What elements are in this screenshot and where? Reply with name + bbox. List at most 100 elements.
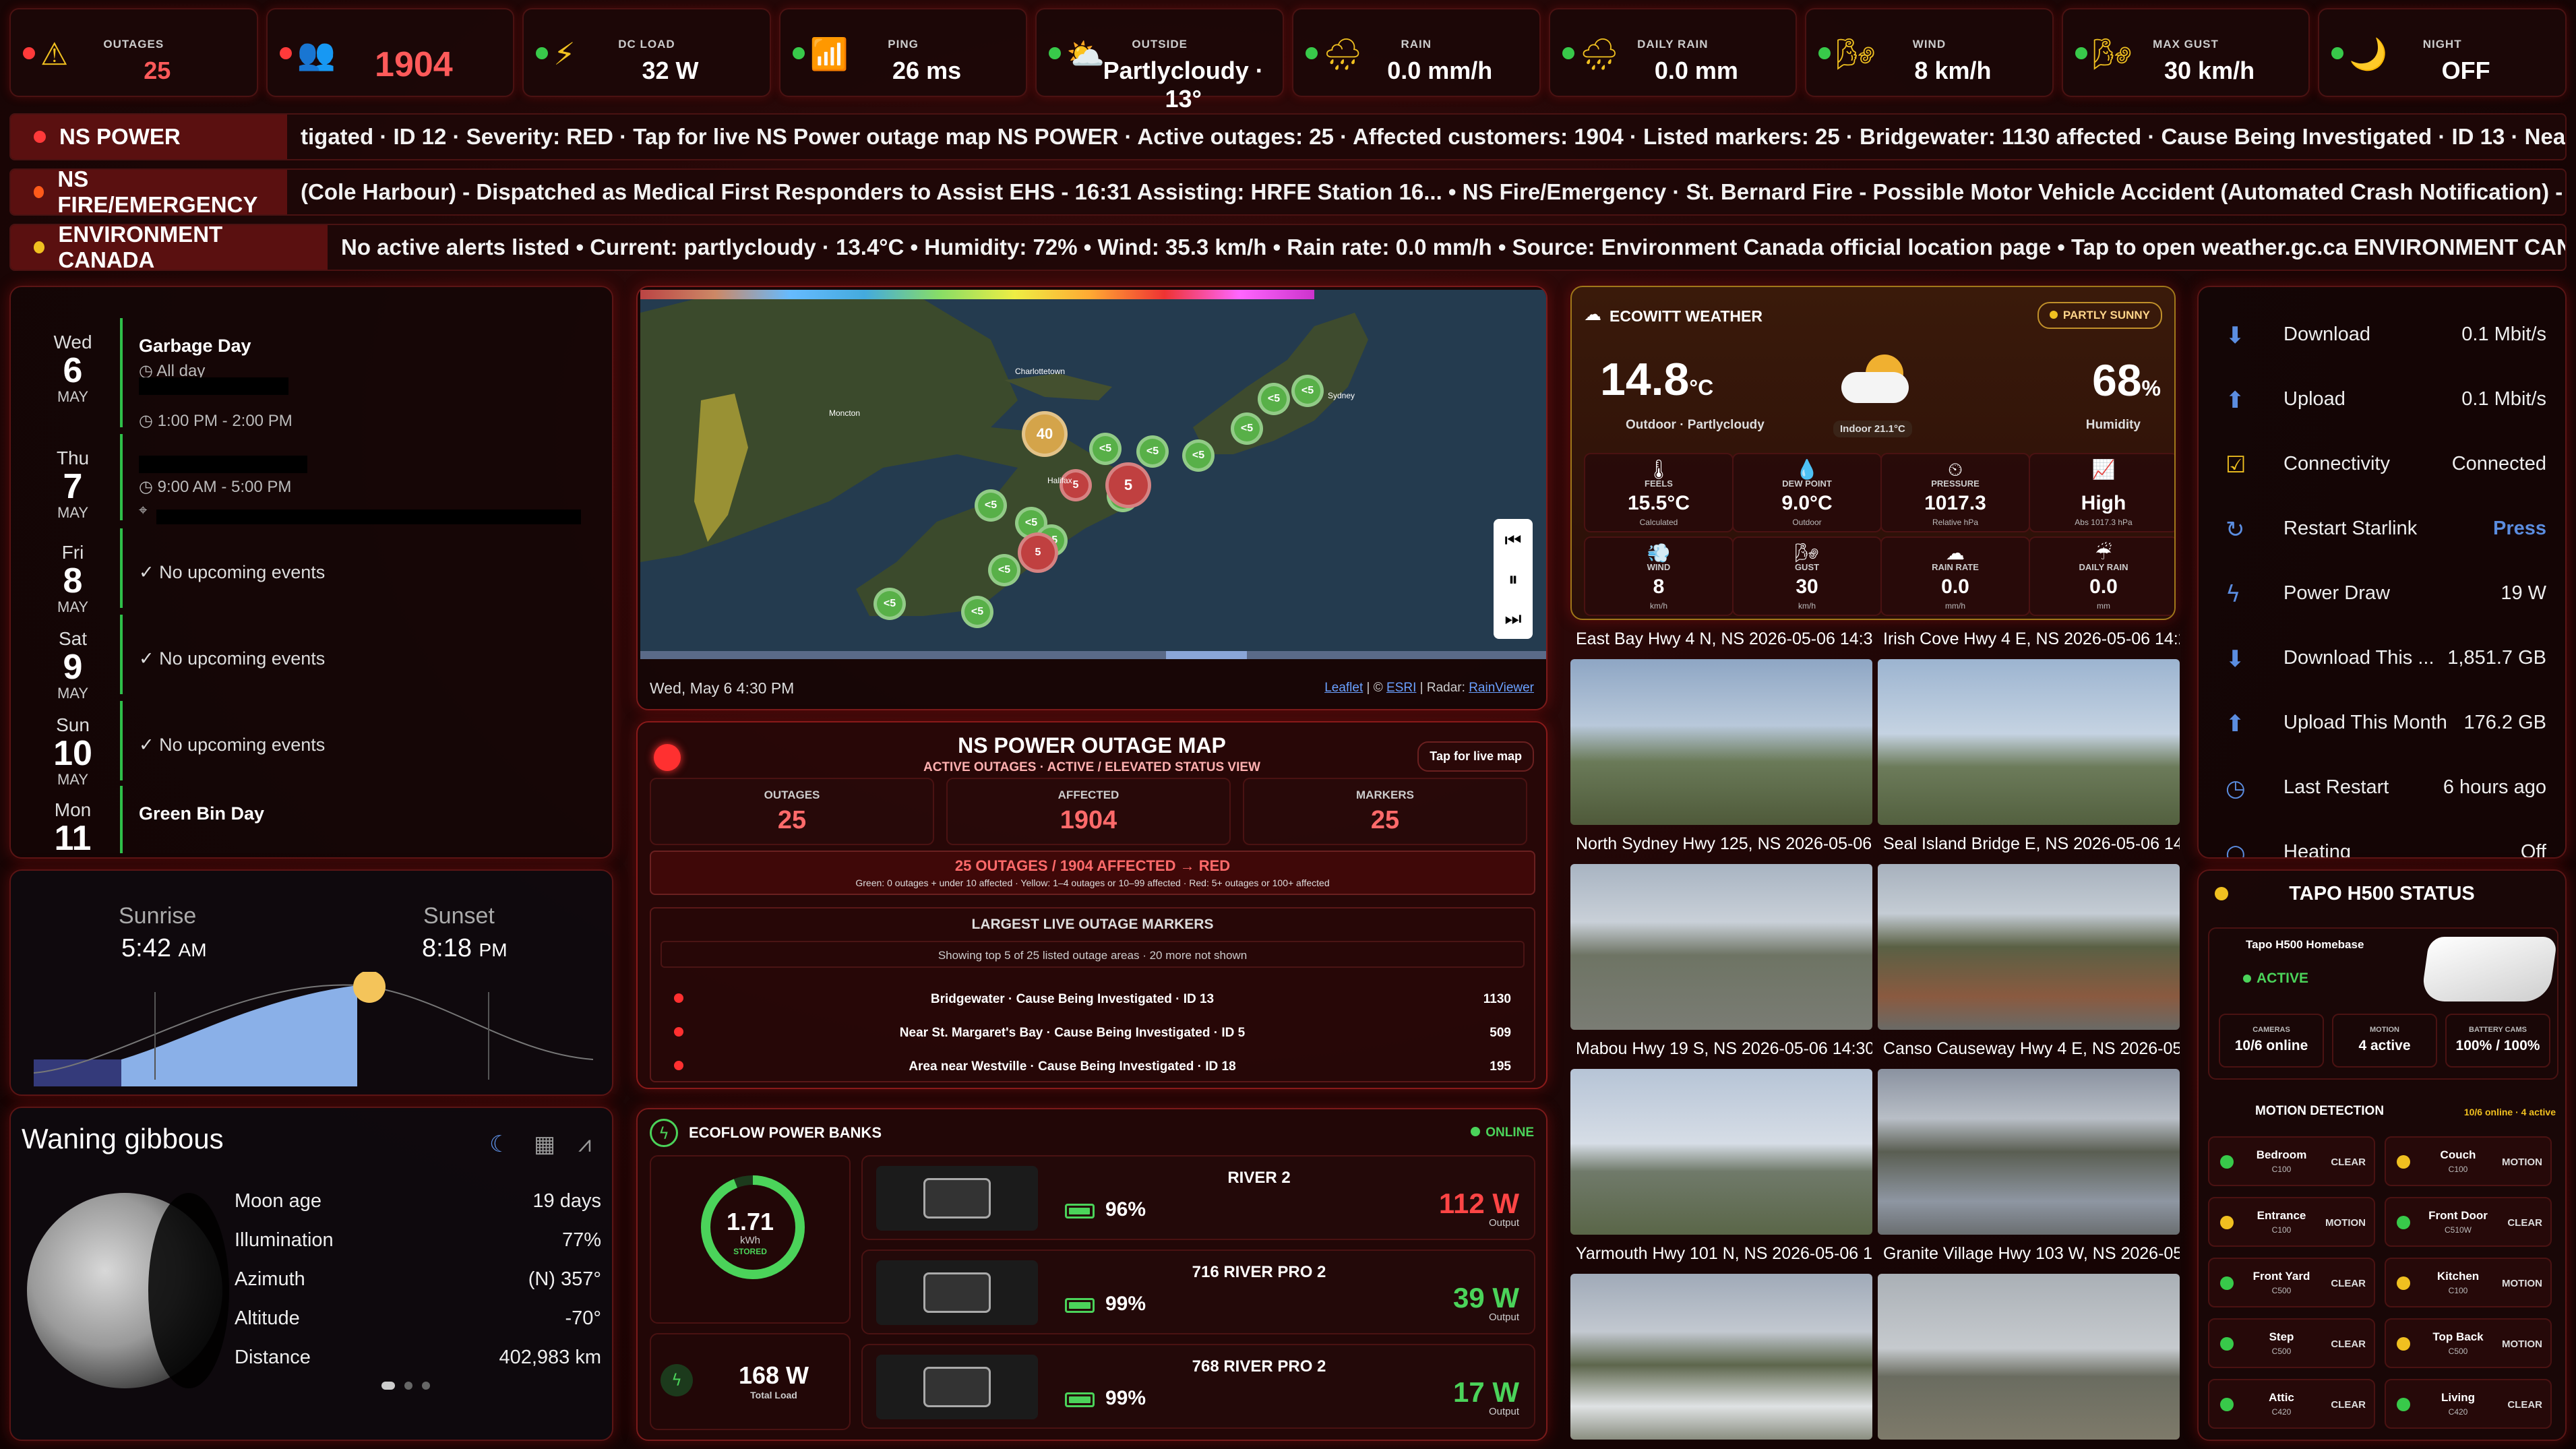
status-label: WIND [1912, 38, 1946, 51]
webcam-tile[interactable]: North Sydney Hwy 125, NS 2026-05-06 [1570, 832, 1872, 1038]
outage-cluster-marker[interactable]: 5 [1018, 532, 1058, 573]
starlink-label: Upload This Month [2283, 712, 2447, 733]
status-tile-daily-rain[interactable]: 🌧 DAILY RAIN 0.0 mm [1548, 8, 1798, 97]
map-canvas[interactable]: 40<5<5<5<5<5<5<5<5<5<5<5<5555<5 Moncton … [640, 290, 1546, 659]
power-bank-name: 716 RIVER PRO 2 [1192, 1263, 1326, 1281]
radar-map-panel[interactable]: 40<5<5<5<5<5<5<5<5<5<5<5<5555<5 Moncton … [636, 286, 1547, 710]
calendar-panel[interactable]: Wed 6 MAY Garbage Day ◷ All day ◷ 1:00 PM - 2… [9, 286, 613, 859]
calendar-day[interactable]: Wed 6 MAY Garbage Day ◷ All day ◷ 1:00 PM - 2… [11, 318, 612, 434]
weather-cell-sub: Outdoor [1792, 518, 1822, 527]
moon-view-icon[interactable]: ☾ [489, 1131, 510, 1158]
webcam-tile[interactable]: East Bay Hwy 4 N, NS 2026-05-06 14:39 [1570, 627, 1872, 833]
outage-cluster-marker[interactable]: <5 [1291, 375, 1324, 407]
moon-row-value: 19 days [532, 1190, 601, 1212]
outage-cluster-marker[interactable]: 5 [1060, 469, 1092, 501]
status-tile-people[interactable]: 👥 1904 [266, 8, 515, 97]
outage-cluster-marker[interactable]: <5 [1182, 439, 1215, 472]
camera-step[interactable]: Step C500 CLEAR [2208, 1318, 2375, 1368]
outage-cluster-marker[interactable]: <5 [1136, 435, 1169, 468]
pager-dot[interactable] [422, 1382, 430, 1390]
calendar-view-icon[interactable]: ▦ [534, 1131, 555, 1158]
largest-markers-note: Showing top 5 of 25 listed outage areas … [661, 941, 1525, 968]
radar-color-bar [640, 290, 1314, 299]
camera-state-dot [2220, 1337, 2234, 1351]
webcam-tile[interactable]: Irish Cove Hwy 4 E, NS 2026-05-06 14:2 [1878, 627, 2180, 833]
status-tile-lightning[interactable]: ⚡ DC LOAD 32 W [522, 8, 771, 97]
outage-cluster-marker[interactable]: <5 [873, 588, 906, 620]
output-watts: 112 W [1438, 1188, 1519, 1219]
outage-panel[interactable]: NS POWER OUTAGE MAP ACTIVE OUTAGES · ACT… [636, 721, 1547, 1089]
ticker-2[interactable]: ENVIRONMENT CANADA No active alerts liste… [9, 224, 2567, 271]
starlink-row: ⬇ Download This ... 1,851.7 GB [2199, 625, 2565, 690]
status-tile-rain[interactable]: 🌧 RAIN 0.0 mm/h [1291, 8, 1541, 97]
outage-cluster-marker[interactable]: <5 [988, 554, 1020, 586]
status-label: NIGHT [2422, 38, 2462, 51]
status-tile-gust[interactable]: 🌬 MAX GUST 30 km/h [2061, 8, 2310, 97]
webcam-tile[interactable]: Seal Island Bridge E, NS 2026-05-06 14: [1878, 832, 2180, 1038]
power-bank-card[interactable]: 768 RIVER PRO 2 99% 17 W Output [861, 1344, 1535, 1429]
webcam-tile[interactable]: Granite Village Hwy 103 W, NS 2026-05- [1878, 1241, 2180, 1448]
ticker-1[interactable]: NS FIRE/EMERGENCY (Cole Harbour) - Dispat… [9, 168, 2567, 216]
partly-sunny-icon [1839, 352, 1913, 406]
camera-entrance[interactable]: Entrance C100 MOTION [2208, 1197, 2375, 1247]
outage-cluster-marker[interactable]: 40 [1022, 411, 1068, 457]
chart-view-icon[interactable]: ⩘ [578, 1131, 591, 1158]
moon-row-label: Azimuth [235, 1268, 305, 1290]
label-charlottetown: Charlottetown [1015, 367, 1066, 376]
status-tile-warning[interactable]: ⚠ OUTAGES 25 [9, 8, 258, 97]
outage-cluster-marker[interactable]: <5 [975, 489, 1007, 522]
starlink-label: Download [2283, 323, 2370, 345]
camera-model: C100 [2448, 1286, 2468, 1295]
camera-front-yard[interactable]: Front Yard C500 CLEAR [2208, 1258, 2375, 1307]
skip-forward-button[interactable]: ⏭ [1494, 600, 1533, 638]
webcam-tile[interactable]: Canso Causeway Hwy 4 E, NS 2026-05-0 [1878, 1037, 2180, 1243]
power-bank-card[interactable]: RIVER 2 96% 112 W Output [861, 1155, 1535, 1240]
live-map-button[interactable]: Tap for live map [1417, 741, 1534, 772]
outage-marker-row[interactable]: Bridgewater · Cause Being Investigated ·… [651, 983, 1534, 1015]
status-tile-wind[interactable]: 🌬 WIND 8 km/h [1805, 8, 2054, 97]
severity-text: 25 OUTAGES / 1904 AFFECTED → RED [954, 857, 1231, 874]
status-tile-signal[interactable]: 📶 PING 26 ms [778, 8, 1028, 97]
outage-cluster-marker[interactable]: <5 [1089, 433, 1122, 465]
starlink-row[interactable]: ↻ Restart Starlink Press [2199, 496, 2565, 561]
ticker-0[interactable]: NS POWER tigated · ID 12 · Severity: RED … [9, 113, 2567, 160]
esri-link[interactable]: ESRI [1386, 681, 1416, 695]
calendar-day[interactable]: Mon11MAY Green Bin Day [11, 786, 612, 857]
outage-cluster-marker[interactable]: <5 [1231, 412, 1263, 445]
status-tile-moon[interactable]: 🌙 NIGHT OFF [2318, 8, 2567, 97]
outage-cluster-marker[interactable]: <5 [1258, 383, 1290, 415]
calendar-day[interactable]: Fri 8 MAY ✓ No upcoming events [11, 528, 612, 615]
skip-back-button[interactable]: ⏮ [1494, 522, 1533, 559]
outage-marker-row[interactable]: Near St. Margaret's Bay · Cause Being In… [651, 1016, 1534, 1049]
webcam-tile[interactable]: Yarmouth Hwy 101 N, NS 2026-05-06 1 [1570, 1241, 1872, 1448]
camera-living[interactable]: Living C420 CLEAR [2385, 1379, 2552, 1429]
camera-kitchen[interactable]: Kitchen C100 MOTION [2385, 1258, 2552, 1307]
weather-cell-value: 0.0 [1941, 576, 1969, 598]
outage-cluster-marker[interactable]: 5 [1105, 462, 1151, 508]
pager-dot-active[interactable] [381, 1382, 395, 1390]
leaflet-link[interactable]: Leaflet [1324, 681, 1363, 695]
pause-button[interactable]: ⏸ [1494, 561, 1533, 598]
outdoor-label: Outdoor · Partlycloudy [1626, 418, 1765, 432]
camera-attic[interactable]: Attic C420 CLEAR [2208, 1379, 2375, 1429]
calendar-day[interactable]: Sat 9 MAY ✓ No upcoming events [11, 615, 612, 702]
pager-dot[interactable] [404, 1382, 412, 1390]
restart-button[interactable]: Press [2493, 518, 2546, 540]
outage-marker-row[interactable]: Area near Westville · Cause Being Invest… [651, 1050, 1534, 1082]
power-bank-card[interactable]: 716 RIVER PRO 2 99% 39 W Output [861, 1250, 1535, 1334]
outage-cluster-marker[interactable]: <5 [961, 596, 993, 628]
camera-top-back[interactable]: Top Back C500 MOTION [2385, 1318, 2552, 1368]
status-value: 1904 [375, 45, 453, 84]
weather-cell-icon: ☔ [2095, 542, 2112, 564]
rainviewer-link[interactable]: RainViewer [1469, 681, 1534, 695]
marker-list: Bridgewater · Cause Being Investigated ·… [651, 983, 1534, 1084]
month: MAY [57, 598, 89, 615]
camera-front-door[interactable]: Front Door C510W CLEAR [2385, 1197, 2552, 1247]
webcam-tile[interactable]: Mabou Hwy 19 S, NS 2026-05-06 14:30: [1570, 1037, 1872, 1243]
pager-dots[interactable] [381, 1382, 430, 1390]
camera-couch[interactable]: Couch C100 MOTION [2385, 1136, 2552, 1186]
camera-bedroom[interactable]: Bedroom C100 CLEAR [2208, 1136, 2375, 1186]
starlink-label: Power Draw [2283, 582, 2390, 604]
calendar-day[interactable]: Sun 10 MAY ✓ No upcoming events [11, 701, 612, 788]
status-tile-partly-cloudy[interactable]: ⛅ OUTSIDE Partlycloudy · 13° [1035, 8, 1284, 113]
